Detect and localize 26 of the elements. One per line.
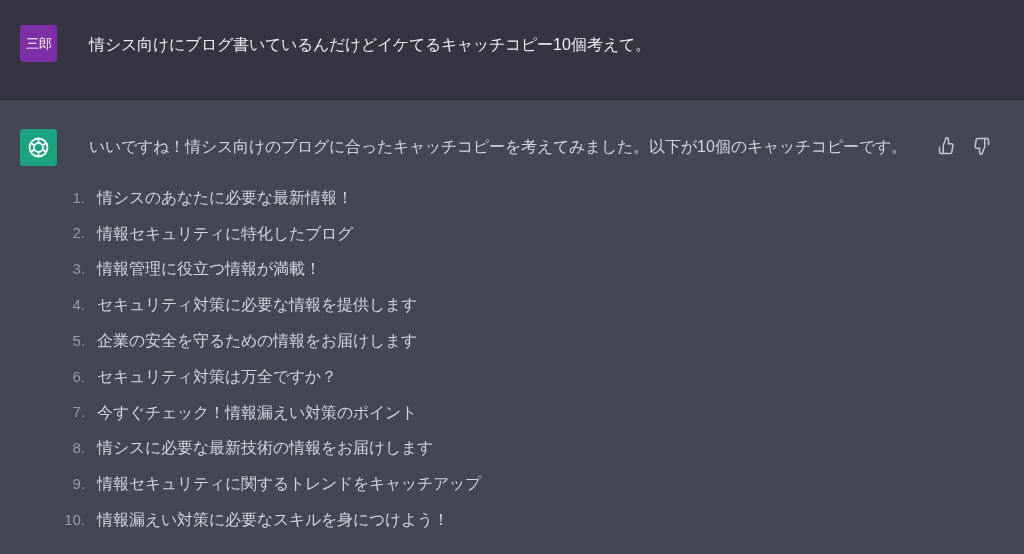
thumbs-up-icon <box>938 137 956 155</box>
list-item-text: 情報セキュリティに関するトレンドをキャッチアップ <box>97 474 481 495</box>
list-number: 5. <box>71 330 85 351</box>
list-item-text: 企業の安全を守るための情報をお届けします <box>97 331 417 352</box>
assistant-message: いいですね！情シス向けのブログに合ったキャッチコピーを考えてみました。以下が10個のキャッチコピーです。 <box>89 137 908 157</box>
list-item-text: 情報漏えい対策に必要なスキルを身につけよう！ <box>97 510 449 531</box>
list-item-text: 情報管理に役立つ情報が満載！ <box>97 259 321 280</box>
list-number: 3. <box>71 259 85 280</box>
list-item-text: セキュリティ対策に必要な情報を提供します <box>97 295 417 316</box>
list-item-text: 情シスに必要な最新技術の情報をお届けします <box>97 438 433 459</box>
list-item-text: 情シスのあなたに必要な最新情報！ <box>97 187 353 208</box>
thumbs-down-icon <box>972 137 990 155</box>
user-message: 情シス向けにブログ書いているんだけどイケてるキャッチコピー10個考えて。 <box>89 35 651 55</box>
list-number: 7. <box>71 402 85 423</box>
list-item-text: セキュリティ対策は万全ですか？ <box>97 366 337 387</box>
list-number: 8. <box>71 438 85 459</box>
list-number: 10. <box>63 509 85 530</box>
user-avatar: 三郎 <box>20 25 57 62</box>
list-number: 4. <box>71 295 85 316</box>
list-item-text: 情報セキュリティに特化したブログ <box>97 223 353 244</box>
list-number: 1. <box>71 187 85 208</box>
list-item-text: 今すぐチェック！情報漏えい対策のポイント <box>97 402 417 423</box>
list-number: 9. <box>71 474 85 494</box>
assistant-logo-icon <box>20 129 57 166</box>
list-number: 6. <box>71 366 85 387</box>
list-number: 2. <box>71 223 85 244</box>
